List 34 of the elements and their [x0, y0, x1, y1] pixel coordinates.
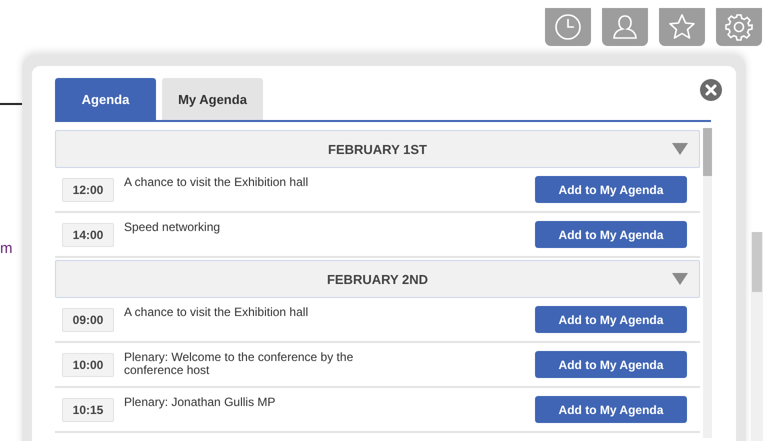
settings-icon [725, 13, 753, 41]
toolbar-clock-button[interactable] [545, 8, 591, 46]
star-icon [668, 13, 696, 41]
page-text-fragment: m [0, 240, 12, 257]
time-badge: 12:00 [62, 178, 114, 202]
session-title: A chance to visit the Exhibition hall [124, 176, 310, 189]
day-title: FEBRUARY 1ST [328, 142, 427, 156]
session-title: Plenary: Jonathan Gullis MP [124, 396, 276, 409]
tab[interactable]: Agenda [55, 78, 156, 120]
time-badge: 10:15 [62, 398, 114, 422]
toolbar-star-button[interactable] [659, 8, 705, 46]
day-title: FEBRUARY 2ND [326, 272, 428, 286]
time-badge: 09:00 [62, 308, 114, 332]
toolbar-user-button[interactable] [602, 8, 648, 46]
time-badge: 10:00 [62, 353, 114, 377]
toolbar-gear-button[interactable] [716, 8, 762, 46]
add-to-agenda-button[interactable]: Add to My Agenda [535, 351, 687, 378]
day-header[interactable]: FEBRUARY 1ST [55, 130, 700, 168]
page-scrollbar[interactable] [751, 232, 763, 441]
session-title: Speed networking [124, 221, 222, 234]
clock-icon [554, 13, 582, 41]
day-header[interactable]: FEBRUARY 2ND [55, 260, 700, 298]
user-icon [611, 13, 639, 41]
scrollbar[interactable] [703, 128, 712, 438]
time-badge: 14:00 [62, 223, 114, 247]
close-icon[interactable] [699, 78, 723, 102]
add-to-agenda-button[interactable]: Add to My Agenda [535, 396, 687, 423]
tab[interactable]: My Agenda [162, 78, 263, 120]
add-to-agenda-button[interactable]: Add to My Agenda [535, 221, 687, 248]
add-to-agenda-button[interactable]: Add to My Agenda [535, 176, 687, 203]
page-rule [0, 103, 24, 105]
session-title: Plenary: Welcome to the conference by the conference host [124, 351, 354, 377]
session-title: A chance to visit the Exhibition hall [124, 306, 310, 319]
add-to-agenda-button[interactable]: Add to My Agenda [535, 306, 687, 333]
